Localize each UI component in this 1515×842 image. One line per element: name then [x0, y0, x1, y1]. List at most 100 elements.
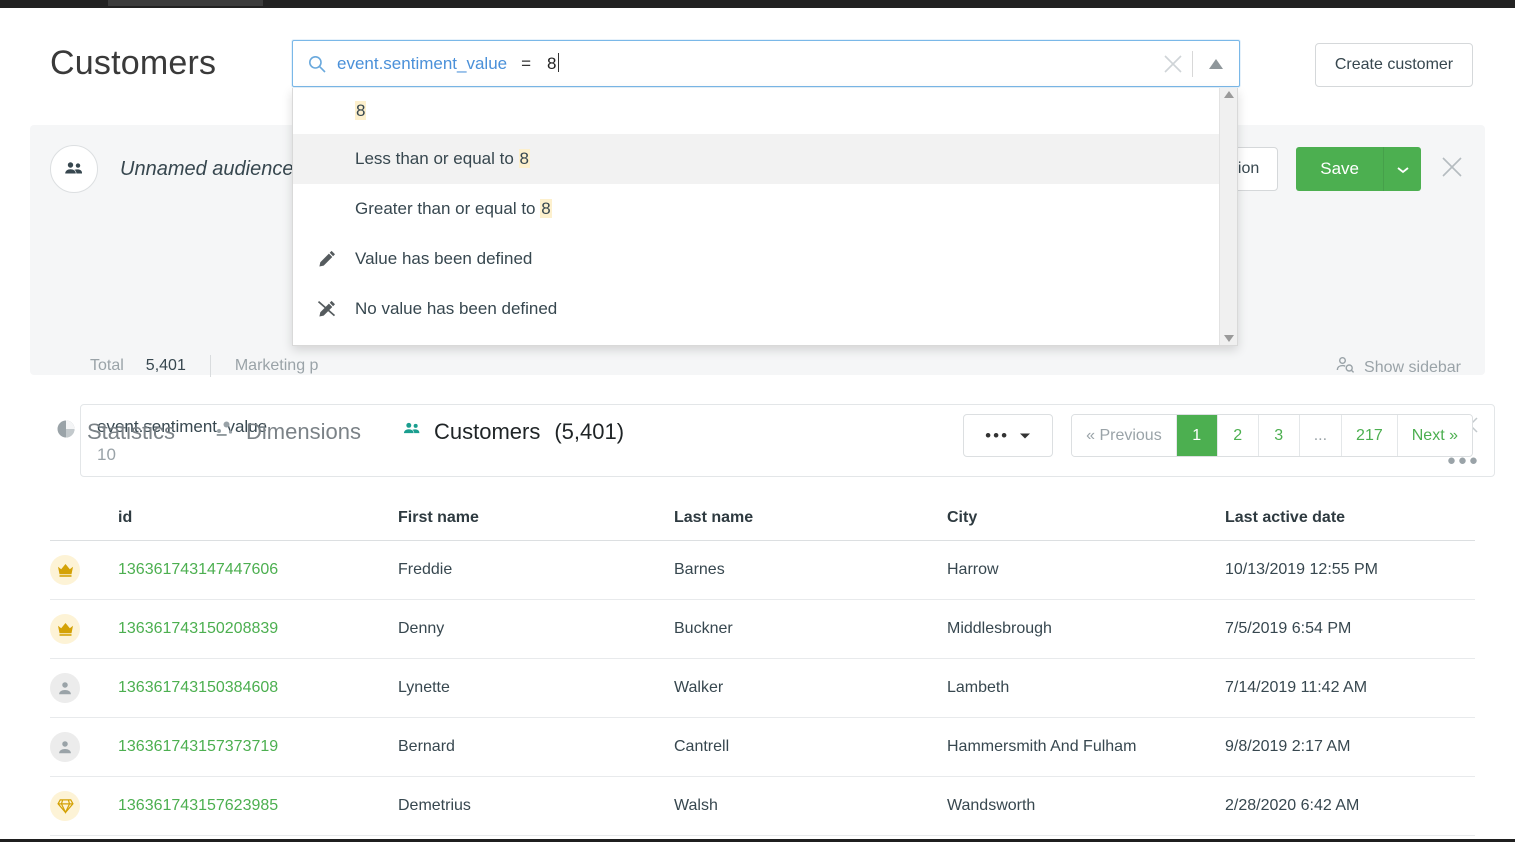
stat-total-label: Total — [90, 357, 124, 374]
page-3[interactable]: 3 — [1258, 415, 1300, 456]
bulk-actions-button[interactable]: ••• — [963, 414, 1054, 457]
pie-chart-icon — [56, 419, 76, 444]
suggestion-label: Greater than or equal to 8 — [355, 199, 552, 218]
tab-statistics[interactable]: Statistics — [56, 419, 175, 445]
clear-search-button[interactable] — [1154, 52, 1192, 76]
column-header-city[interactable]: City — [947, 509, 1225, 527]
search-token-field: event.sentiment_value — [337, 53, 508, 73]
pencil-slash-icon — [317, 299, 355, 319]
suggestion-item-gte[interactable]: Greater than or equal to 8 — [293, 184, 1219, 234]
cell-id[interactable]: 136361743147447606 — [118, 561, 398, 579]
tab-dimensions[interactable]: Dimensions — [215, 419, 361, 445]
diamond-icon — [50, 791, 80, 821]
pagination: « Previous 1 2 3 ... 217 Next » — [1071, 414, 1473, 457]
show-sidebar-button[interactable]: Show sidebar — [1326, 355, 1461, 380]
cell-last-active: 7/5/2019 6:54 PM — [1225, 620, 1352, 637]
save-button-group: Save — [1296, 147, 1421, 191]
cell-last-name: Buckner — [674, 620, 733, 637]
pencil-icon — [317, 249, 355, 269]
cell-last-name: Cantrell — [674, 738, 730, 755]
row-badge — [50, 673, 118, 703]
scroll-up-icon[interactable] — [1223, 91, 1234, 98]
search-input-box[interactable]: event.sentiment_value = 8 — [292, 40, 1240, 87]
text-caret — [557, 53, 559, 72]
stat-second-label: Marketing p — [234, 357, 319, 374]
search-controls — [1154, 41, 1239, 86]
page-next[interactable]: Next » — [1397, 415, 1472, 456]
person-search-icon — [1335, 355, 1355, 380]
row-badge — [50, 732, 118, 762]
suggestion-label: 8 — [355, 101, 367, 120]
cell-first-name: Bernard — [398, 738, 455, 755]
dimensions-icon — [215, 419, 235, 444]
suggestion-list: 8 Less than or equal to 8 Greater than o… — [293, 88, 1219, 345]
row-badge — [50, 555, 118, 585]
cell-city: Harrow — [947, 561, 999, 578]
person-icon — [50, 673, 80, 703]
suggestion-item-lte[interactable]: Less than or equal to 8 — [293, 134, 1219, 184]
cell-id[interactable]: 136361743157623985 — [118, 797, 398, 815]
save-button[interactable]: Save — [1296, 147, 1383, 191]
show-sidebar-label: Show sidebar — [1364, 358, 1461, 376]
table-row[interactable]: 136361743157623985 Demetrius Walsh Wands… — [50, 777, 1475, 836]
tab-customers[interactable]: Customers (5,401) — [401, 418, 624, 445]
cell-last-name: Barnes — [674, 561, 725, 578]
table-row[interactable]: 136361743147447606 Freddie Barnes Harrow… — [50, 541, 1475, 600]
audience-name[interactable]: Unnamed audience — [120, 158, 293, 181]
cell-city: Lambeth — [947, 679, 1010, 696]
tab-label: Statistics — [87, 418, 176, 444]
suggestion-label: Value has been defined — [355, 249, 533, 268]
page-217[interactable]: 217 — [1342, 415, 1398, 456]
content-tabs: Statistics Dimensions Customers (5,401) — [56, 418, 664, 445]
pagination-area: ••• « Previous 1 2 3 ... 217 Next » — [963, 414, 1473, 457]
cell-last-name: Walker — [674, 679, 724, 696]
close-audience-button[interactable] — [1439, 154, 1465, 185]
search-query-tokens[interactable]: event.sentiment_value = 8 — [337, 53, 559, 74]
cell-last-active: 10/13/2019 12:55 PM — [1225, 561, 1379, 578]
suggestion-label: Less than or equal to 8 — [355, 149, 530, 168]
table-row[interactable]: 136361743150208839 Denny Buckner Middles… — [50, 600, 1475, 659]
table-header-row: id First name Last name City Last active… — [50, 495, 1475, 541]
cell-id[interactable]: 136361743150384608 — [118, 679, 398, 697]
column-header-id[interactable]: id — [118, 509, 398, 527]
page-2[interactable]: 2 — [1217, 415, 1259, 456]
table-row[interactable]: 136361743157373719 Bernard Cantrell Hamm… — [50, 718, 1475, 777]
cell-first-name: Denny — [398, 620, 445, 637]
person-icon — [50, 732, 80, 762]
tab-customers-count: (5,401) — [554, 418, 625, 444]
suggestion-item-no-value-defined[interactable]: No value has been defined — [293, 284, 1219, 334]
browser-tab — [108, 0, 263, 6]
customers-table: id First name Last name City Last active… — [50, 495, 1475, 836]
column-header-last-active-date[interactable]: Last active date — [1225, 509, 1475, 527]
page-ellipsis: ... — [1299, 415, 1343, 456]
suggestion-item-equals[interactable]: 8 — [293, 88, 1219, 134]
dropdown-scrollbar[interactable] — [1219, 88, 1237, 345]
page-1[interactable]: 1 — [1176, 415, 1218, 456]
create-customer-button[interactable]: Create customer — [1315, 43, 1473, 87]
cell-first-name: Demetrius — [398, 797, 471, 814]
save-dropdown-button[interactable] — [1383, 147, 1421, 191]
cell-first-name: Lynette — [398, 679, 450, 696]
cell-id[interactable]: 136361743157373719 — [118, 738, 398, 756]
ellipsis-icon: ••• — [985, 426, 1010, 445]
crown-icon — [50, 614, 80, 644]
page-previous[interactable]: « Previous — [1072, 415, 1177, 456]
search-token-value: 8 — [547, 53, 559, 73]
browser-chrome-strip — [0, 0, 1515, 8]
stat-divider — [209, 355, 211, 377]
suggestion-item-value-defined[interactable]: Value has been defined — [293, 234, 1219, 284]
search-token-operator: = — [521, 53, 532, 73]
table-row[interactable]: 136361743150384608 Lynette Walker Lambet… — [50, 659, 1475, 718]
column-header-first-name[interactable]: First name — [398, 509, 674, 527]
stat-total-value: 5,401 — [145, 357, 186, 374]
suggestion-label: No value has been defined — [355, 299, 558, 318]
cell-id[interactable]: 136361743150208839 — [118, 620, 398, 638]
cell-first-name: Freddie — [398, 561, 453, 578]
search-icon — [307, 54, 327, 74]
collapse-search-button[interactable] — [1193, 58, 1239, 70]
audience-header: Unnamed audience — [50, 145, 293, 193]
column-header-last-name[interactable]: Last name — [674, 509, 947, 527]
cell-last-name: Walsh — [674, 797, 718, 814]
scroll-down-icon[interactable] — [1223, 335, 1234, 342]
row-badge — [50, 791, 118, 821]
